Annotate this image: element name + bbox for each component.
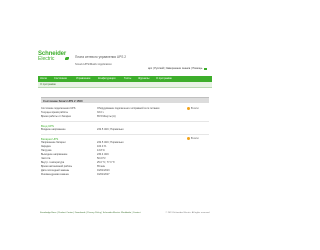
status-label: В сети [191,137,199,140]
row-label: Состояние подключения UPS [41,107,76,110]
app-header: Schneider Electric Плата сетевого управл… [0,0,250,76]
logo-line-2: Electric [38,56,55,62]
warning-icon [187,107,190,110]
user-bar[interactable]: apc | Русский | Завершение сеанса | Помо… [148,67,208,70]
table-row: Рекомендуемая замена 01/01/2017 [41,173,209,177]
status-label: В сети [191,107,199,110]
tab-logs[interactable]: Журналы [138,77,149,81]
row-label: Напряжение батареи [41,141,66,144]
row-value: 65 мин [97,165,105,168]
row-label: Дата последней замены [41,169,70,172]
row-label: Входное напряжение [41,128,66,131]
warning-icon [187,137,190,140]
row-value: 01/01/2017 [97,173,110,176]
row-label: Текущее время работы [41,111,69,114]
row-value: Оборудование подключено к исправной сети… [97,107,160,110]
tab-control[interactable]: Управление [76,77,90,81]
row-value: 232.5 VAC; Нормально [97,128,124,131]
row-value: 65.5 Минуты (А) [97,115,116,118]
app-title: Плата сетевого управления UPS 2 [75,55,127,59]
tab-home[interactable]: Home [40,77,47,81]
logout-icon[interactable] [204,67,208,70]
online-status: В сети [187,107,198,110]
row-label: Рекомендуемая замена [41,173,69,176]
row-label: Время автономной работы [41,165,73,168]
row-value: 01/01/2013 [97,169,110,172]
row-label: Зарядка [41,145,51,148]
divider [41,121,209,122]
row-value: 33.0 ч [97,111,104,114]
row-value: 100.0 % [97,145,107,148]
app-subtitle: Smart-UPS/Matrix Application [75,62,112,66]
panel-header: Состояние Smart-UPS 2 1500 [41,97,209,103]
schneider-electric-logo[interactable]: Schneider Electric [38,51,69,65]
page-footer: Knowledge Base | Product Center | Downlo… [38,212,212,216]
table-row: Время работы от батареи 65.5 Минуты (А) [41,115,209,119]
row-value: 232.5 VAC; Нормально [97,141,124,144]
row-value: 13.8 % [97,149,105,152]
tab-about[interactable]: О программе [156,77,172,81]
sub-nav: О программе [38,82,212,88]
row-label: Частота [41,157,51,160]
user-bar-text[interactable]: apc | Русский | Завершение сеанса | Помо… [148,67,202,70]
row-label: Время работы от батареи [41,115,71,118]
tab-configuration[interactable]: Конфигурация [98,77,115,81]
subnav-item-about[interactable]: О программе [40,83,56,87]
row-label: Внутр. температура [41,161,65,164]
footer-links[interactable]: Knowledge Base | Product Center | Downlo… [40,212,140,214]
main-content: Состояние Smart-UPS 2 1500 Состояние под… [38,97,212,207]
row-value: 50.0 Hz [97,157,106,160]
tab-status[interactable]: Состояние [54,77,67,81]
divider [41,134,209,135]
row-label: Нагрузка [41,149,52,152]
row-value: 230.4 VAC [97,153,109,156]
footer-copyright: © 2013 Schneider Electric. All rights re… [165,212,210,214]
leaf-icon [65,57,69,60]
table-row: Входное напряжение 232.5 VAC; Нормально [41,128,209,132]
row-label: Выходное напряжение [41,153,68,156]
panel-title: Состояние Smart-UPS 2 1500 [43,99,83,103]
row-value: 25.0 °C; 77.0 °F [97,161,115,164]
tab-tests[interactable]: Тесты [124,77,131,81]
battery-status: В сети [187,137,198,140]
